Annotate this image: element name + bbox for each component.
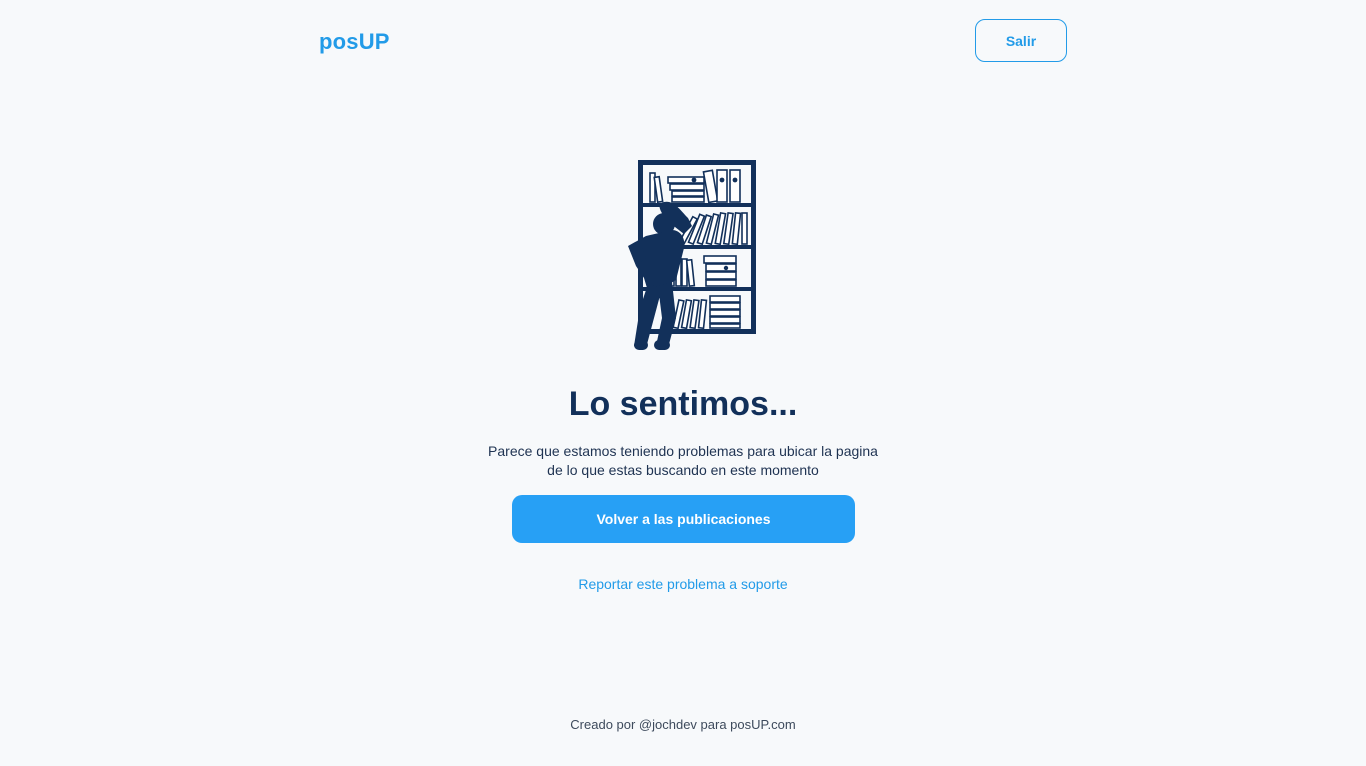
error-message-line-1: Parece que estamos teniendo problemas pa…	[488, 443, 878, 459]
exit-button[interactable]: Salir	[975, 19, 1067, 62]
back-to-posts-button[interactable]: Volver a las publicaciones	[512, 495, 855, 543]
report-problem-link[interactable]: Reportar este problema a soporte	[0, 575, 1366, 593]
person-searching-bookshelf-icon	[628, 160, 756, 350]
error-message: Parece que estamos teniendo problemas pa…	[483, 442, 883, 480]
page-title: Lo sentimos...	[568, 385, 798, 423]
error-message-line-2: de lo que estas buscando en este momento	[547, 462, 819, 478]
not-found-page: posUP Salir Lo sentimos... Parece que es…	[0, 0, 1366, 766]
brand-logo[interactable]: posUP	[319, 29, 390, 55]
footer-credit: Creado por @jochdev para posUP.com	[570, 717, 796, 732]
